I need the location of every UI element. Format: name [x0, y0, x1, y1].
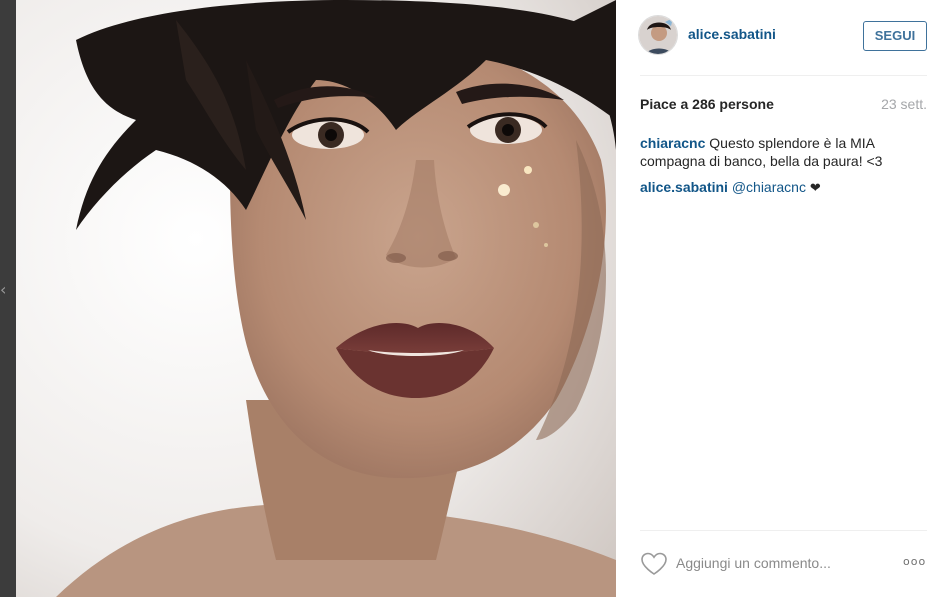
post-actions: ooo	[616, 531, 950, 597]
post-sidebar: alice.sabatini SEGUI Piace a 286 persone…	[616, 0, 950, 597]
likes-count[interactable]: Piace a 286 persone	[640, 96, 774, 112]
follow-button[interactable]: SEGUI	[863, 21, 927, 51]
avatar[interactable]	[638, 15, 678, 55]
post-header: alice.sabatini SEGUI	[616, 0, 950, 76]
more-options-icon[interactable]: ooo	[903, 555, 926, 568]
comment-mention[interactable]: @chiaracnc	[732, 179, 806, 195]
post-photo[interactable]	[16, 0, 616, 597]
post-author-username[interactable]: alice.sabatini	[688, 26, 776, 42]
comment-input[interactable]	[676, 551, 896, 575]
post-date[interactable]: 23 sett.	[881, 96, 927, 112]
comment-author[interactable]: chiaracnc	[640, 135, 705, 151]
heart-outline-icon[interactable]	[640, 552, 668, 576]
comment: chiaracnc Questo splendore è la MIA comp…	[640, 134, 927, 170]
chevron-left-icon[interactable]: ‹	[0, 282, 6, 298]
divider	[640, 75, 927, 76]
comment-author[interactable]: alice.sabatini	[640, 179, 728, 195]
comment-list: chiaracnc Questo splendore è la MIA comp…	[640, 134, 927, 206]
comment: alice.sabatini @chiaracnc ❤	[640, 178, 927, 198]
heart-emoji-icon: ❤	[809, 181, 821, 196]
post-meta: Piace a 286 persone 23 sett.	[640, 96, 927, 114]
